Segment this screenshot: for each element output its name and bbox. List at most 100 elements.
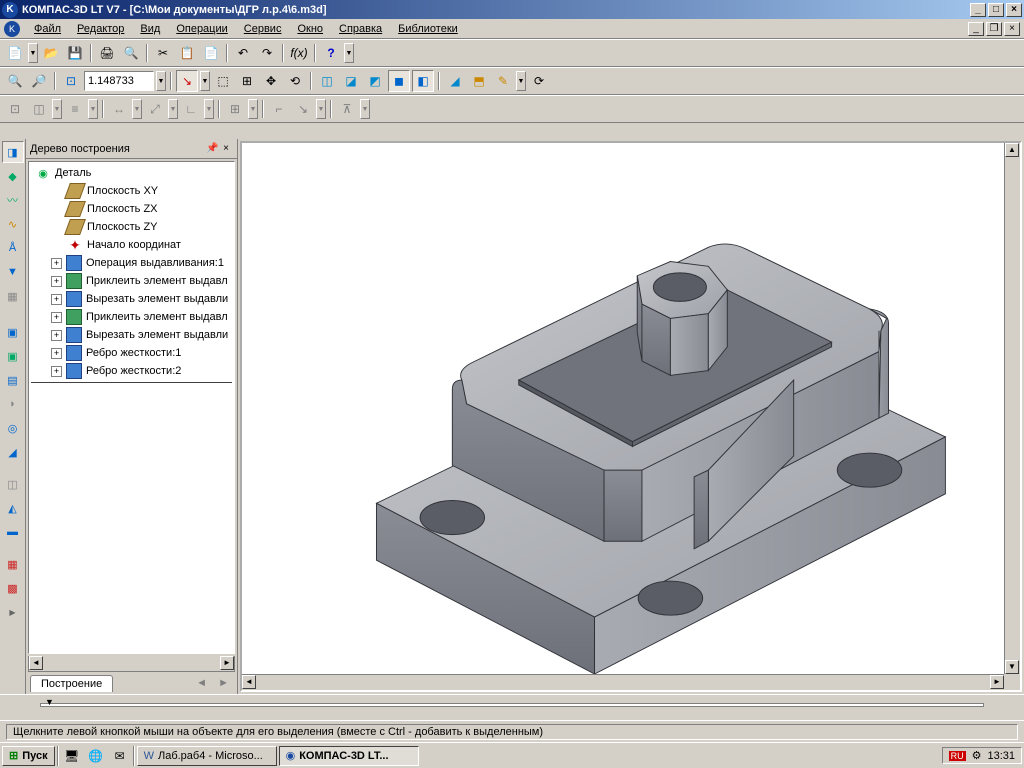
rail-slope-icon[interactable]: ◭ <box>2 497 24 519</box>
lang-indicator[interactable]: RU <box>949 751 966 761</box>
expand-icon[interactable]: + <box>51 294 62 305</box>
new-dropdown[interactable]: ▼ <box>28 43 38 63</box>
color-icon[interactable]: ✎ <box>492 70 514 92</box>
help-dropdown[interactable]: ▼ <box>344 43 354 63</box>
tool-f[interactable]: ∟ <box>180 98 202 120</box>
scroll-down-icon[interactable]: ▼ <box>1005 660 1019 674</box>
new-button[interactable]: 📄 <box>4 42 26 64</box>
rail-cut-icon[interactable]: ▤ <box>2 369 24 391</box>
rail-compass-icon[interactable]: Å <box>2 237 24 259</box>
rail-surface-icon[interactable]: ◆ <box>2 165 24 187</box>
rail-shell-icon[interactable]: ◫ <box>2 473 24 495</box>
view-pan-icon[interactable]: ✥ <box>260 70 282 92</box>
tab-build[interactable]: Построение <box>30 675 113 692</box>
tool-g[interactable]: ⊞ <box>224 98 246 120</box>
close-button[interactable]: × <box>1006 3 1022 17</box>
tree-root[interactable]: ◉Деталь <box>31 164 232 182</box>
scroll-left-icon[interactable]: ◄ <box>29 656 43 670</box>
paste-button[interactable]: 📄 <box>200 42 222 64</box>
tree-op-4[interactable]: +Приклеить элемент выдавл <box>31 308 232 326</box>
save-button[interactable]: 💾 <box>64 42 86 64</box>
tree-op-3[interactable]: +Вырезать элемент выдавли <box>31 290 232 308</box>
task-kompas[interactable]: ◉КОМПАС-3D LT... <box>279 746 419 766</box>
scroll-left-icon[interactable]: ◄ <box>242 675 256 689</box>
scroll-up-icon[interactable]: ▲ <box>1005 143 1019 157</box>
tree-op-2[interactable]: +Приклеить элемент выдавл <box>31 272 232 290</box>
wireframe-icon[interactable]: ◫ <box>316 70 338 92</box>
menu-file[interactable]: Файл <box>26 21 69 37</box>
scrollbar-vertical[interactable]: ▲ ▼ <box>1004 143 1020 674</box>
zoom-window-icon[interactable]: ⊡ <box>60 70 82 92</box>
axes-icon[interactable]: ↘ <box>176 70 198 92</box>
tree-op-5[interactable]: +Вырезать элемент выдавли <box>31 326 232 344</box>
help-button[interactable]: ? <box>320 42 342 64</box>
open-button[interactable]: 📂 <box>40 42 62 64</box>
expand-icon[interactable]: + <box>51 312 62 323</box>
preview-button[interactable]: 🔍 <box>120 42 142 64</box>
rebuild-icon[interactable]: ⟳ <box>528 70 550 92</box>
tree-close-icon[interactable]: × <box>219 142 233 156</box>
tree-pin-icon[interactable]: 📌 <box>205 142 219 156</box>
view-fit-icon[interactable]: ⊞ <box>236 70 258 92</box>
quick-desktop-icon[interactable]: 🖥 <box>61 745 83 767</box>
rail-add-icon[interactable]: ▣ <box>2 345 24 367</box>
rail-edit-icon[interactable]: ◨ <box>2 141 24 163</box>
tool-d[interactable]: ↔ <box>108 98 130 120</box>
expand-icon[interactable]: + <box>51 348 62 359</box>
tool-c[interactable]: ≡ <box>64 98 86 120</box>
rail-rib-icon[interactable]: ◢ <box>2 441 24 463</box>
scrollbar-horizontal[interactable]: ◄ ► <box>242 674 1004 690</box>
tab-nav[interactable]: ◄ ► <box>196 677 233 689</box>
tree-op-1[interactable]: +Операция выдавливания:1 <box>31 254 232 272</box>
expand-icon[interactable]: + <box>51 366 62 377</box>
rail-round-icon[interactable]: ◗ <box>2 393 24 415</box>
zoom-dropdown[interactable]: ▼ <box>156 71 166 91</box>
tree-body[interactable]: ◉Деталь Плоскость XY Плоскость ZX Плоско… <box>28 161 235 654</box>
tool-i[interactable]: ↘ <box>292 98 314 120</box>
expand-icon[interactable]: + <box>51 330 62 341</box>
shaded-edges-icon[interactable]: ◧ <box>412 70 434 92</box>
tool-e[interactable]: ⤢ <box>144 98 166 120</box>
rotate-icon[interactable]: ⟲ <box>284 70 306 92</box>
menu-help[interactable]: Справка <box>331 21 390 37</box>
view-front-icon[interactable]: ⬚ <box>212 70 234 92</box>
hidden-icon[interactable]: ◪ <box>340 70 362 92</box>
tree-origin[interactable]: ✦Начало координат <box>31 236 232 254</box>
timeline-slider[interactable]: ▼ <box>0 694 1024 720</box>
scroll-right-icon[interactable]: ► <box>220 656 234 670</box>
rail-mirror-icon[interactable]: ▦ <box>2 553 24 575</box>
slider-thumb[interactable]: ▼ <box>45 697 54 707</box>
tree-op-6[interactable]: +Ребро жесткости:1 <box>31 344 232 362</box>
rail-filter-icon[interactable]: ▼ <box>2 261 24 283</box>
rail-hole-icon[interactable]: ◎ <box>2 417 24 439</box>
rail-array-icon[interactable]: ▩ <box>2 577 24 599</box>
perspective-icon[interactable]: ◢ <box>444 70 466 92</box>
rail-more-icon[interactable]: ▶ <box>2 601 24 623</box>
print-button[interactable]: 🖨 <box>96 42 118 64</box>
rail-thick-icon[interactable]: ▬ <box>2 521 24 543</box>
tree-plane-xy[interactable]: Плоскость XY <box>31 182 232 200</box>
tool-a[interactable]: ⊡ <box>4 98 26 120</box>
copy-button[interactable]: 📋 <box>176 42 198 64</box>
task-word[interactable]: WЛаб.раб4 - Microso... <box>137 746 277 766</box>
mdi-restore[interactable]: ❐ <box>986 22 1002 36</box>
menu-window[interactable]: Окно <box>289 21 331 37</box>
tree-plane-zx[interactable]: Плоскость ZX <box>31 200 232 218</box>
slider-track[interactable] <box>40 703 984 707</box>
dd-c[interactable]: ▼ <box>88 99 98 119</box>
tool-b[interactable]: ◫ <box>28 98 50 120</box>
shaded-icon[interactable]: ◼ <box>388 70 410 92</box>
rail-curves-icon[interactable]: 〰 <box>2 189 24 211</box>
color-dd[interactable]: ▼ <box>516 71 526 91</box>
dd-g[interactable]: ▼ <box>248 99 258 119</box>
scroll-right-icon[interactable]: ► <box>990 675 1004 689</box>
quick-oe-icon[interactable]: ✉ <box>109 745 131 767</box>
redo-button[interactable]: ↷ <box>256 42 278 64</box>
tool-h[interactable]: ⌐ <box>268 98 290 120</box>
nohidden-icon[interactable]: ◩ <box>364 70 386 92</box>
tree-plane-zy[interactable]: Плоскость ZY <box>31 218 232 236</box>
expand-icon[interactable]: + <box>51 258 62 269</box>
clock[interactable]: 13:31 <box>987 750 1015 762</box>
menu-libraries[interactable]: Библиотеки <box>390 21 466 37</box>
menu-view[interactable]: Вид <box>132 21 168 37</box>
